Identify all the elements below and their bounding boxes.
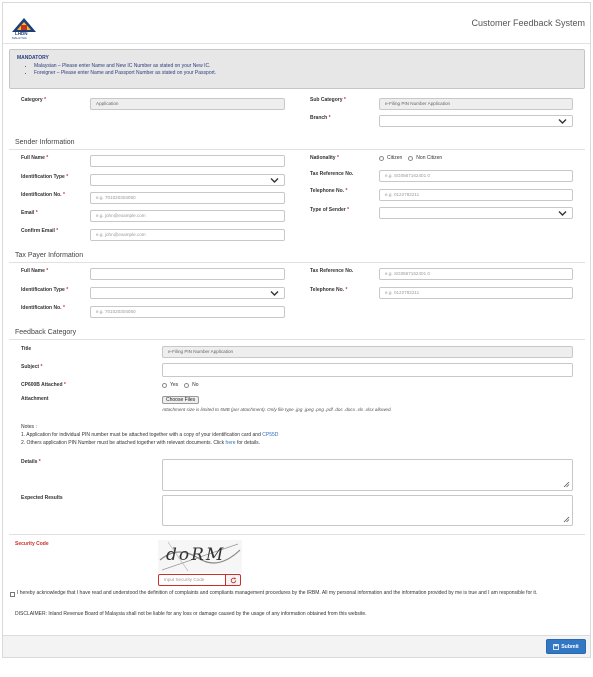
sender-type-select[interactable]	[379, 207, 573, 219]
id-type-select[interactable]	[90, 174, 285, 186]
details-label: Details *	[21, 459, 41, 465]
form-footer	[3, 635, 590, 657]
tp-id-type-select[interactable]	[90, 287, 285, 299]
tp-tax-ref-label: Tax Reference No.	[310, 268, 354, 274]
cp600b-no-label: No	[192, 382, 199, 388]
tax-ref-input[interactable]: e.g. SG0567162401 0	[379, 170, 573, 182]
tp-id-type-label: Identification Type *	[21, 287, 69, 293]
section-divider	[9, 262, 585, 263]
security-code-label: Security Code	[15, 541, 49, 547]
cp600b-yes-label: Yes	[170, 382, 179, 388]
citizen-radio[interactable]	[379, 155, 384, 161]
choose-files-button[interactable]: Choose Files	[162, 396, 200, 404]
cp55d-link[interactable]: CP55D	[262, 432, 278, 438]
sender-section-title: Sender Information	[15, 139, 75, 146]
branch-label: Branch *	[310, 115, 331, 121]
attachment-label: Attachment	[21, 396, 49, 402]
mandatory-item: Malaysian – Please enter Name and New IC…	[34, 63, 216, 70]
category-field: Application	[90, 98, 285, 110]
title-field: e-Filing PIN Number Application	[162, 346, 573, 358]
id-no-label: Identification No. *	[21, 192, 65, 198]
details-here-link[interactable]: here	[226, 440, 236, 446]
cp600b-no-radio[interactable]	[184, 382, 190, 388]
id-type-label: Identification Type *	[21, 174, 69, 180]
chevron-down-icon	[558, 211, 567, 216]
confirm-email-label: Confirm Email *	[21, 228, 59, 234]
telephone-label: Telephone No. *	[310, 188, 348, 194]
tp-tax-ref-input[interactable]: e.g. SG0567162401 0	[379, 268, 573, 280]
submit-button[interactable]: Submit	[546, 639, 586, 654]
resize-handle-icon[interactable]	[563, 516, 570, 523]
tax-ref-label: Tax Reference No.	[310, 171, 354, 177]
header-divider	[3, 43, 590, 44]
cp600b-label: CP600B Attached *	[21, 382, 66, 388]
tp-telephone-input[interactable]: e.g. 0122782211	[379, 287, 573, 299]
sender-type-label: Type of Sender *	[310, 207, 350, 213]
mandatory-title: MANDATORY	[17, 55, 49, 61]
nationality-label: Nationality *	[310, 155, 339, 161]
section-divider	[9, 149, 585, 150]
app-title: Customer Feedback System	[471, 18, 585, 28]
tp-telephone-label: Telephone No. *	[310, 287, 348, 293]
subject-label: Subject *	[21, 364, 43, 370]
citizen-label: Citizen	[387, 155, 403, 161]
mandatory-notice: MANDATORY Malaysian – Please enter Name …	[9, 49, 585, 89]
email-input[interactable]: e.g. john@example.com	[90, 210, 285, 222]
acknowledge-text: I hereby acknowledge that I have read an…	[17, 590, 538, 596]
tp-id-no-input[interactable]: e.g. 701020304050	[90, 306, 285, 318]
telephone-input[interactable]: e.g. 0122782211	[379, 189, 573, 201]
subcategory-field: e-Filing PIN Number Application	[379, 98, 573, 110]
section-divider	[9, 339, 585, 340]
id-no-input[interactable]: e.g. 701020304050	[90, 192, 285, 204]
refresh-icon	[230, 576, 236, 583]
security-code-input[interactable]: Input Security Code	[158, 574, 226, 586]
tp-full-name-input[interactable]	[90, 268, 285, 280]
resize-handle-icon[interactable]	[563, 481, 570, 488]
note-2: 2. Others application PIN Number must be…	[21, 440, 261, 446]
tp-id-no-label: Identification No. *	[21, 305, 65, 311]
save-icon	[553, 643, 560, 650]
mandatory-item: Foreigner – Please enter Name and Passpo…	[34, 70, 216, 77]
section-divider	[9, 534, 585, 535]
non-citizen-radio[interactable]	[408, 155, 414, 161]
category-label: Category *	[21, 97, 47, 103]
tp-full-name-label: Full Name *	[21, 268, 49, 274]
submit-label: Submit	[561, 643, 579, 650]
feedback-section-title: Feedback Category	[15, 329, 77, 336]
cp600b-radio-group: Yes No	[162, 382, 199, 388]
attachment-note: Attachment size is limited to 5MB (per a…	[162, 407, 392, 412]
captcha-image: doRM	[158, 540, 242, 573]
refresh-captcha-button[interactable]	[225, 574, 241, 586]
subject-input[interactable]	[162, 363, 573, 377]
full-name-input[interactable]	[90, 155, 285, 167]
branch-select[interactable]	[379, 115, 573, 127]
note-1: 1. Application for individual PIN number…	[21, 432, 279, 438]
full-name-label: Full Name *	[21, 155, 49, 161]
nationality-radio-group: Citizen Non Citizen	[379, 155, 442, 161]
logo-subtext: MALAYSIA	[12, 36, 27, 40]
mandatory-list: Malaysian – Please enter Name and New IC…	[34, 63, 216, 77]
details-textarea[interactable]	[162, 459, 573, 491]
notes-title: Notes :	[21, 424, 37, 430]
title-label: Title	[21, 346, 32, 352]
chevron-down-icon	[270, 291, 279, 296]
subcategory-label: Sub Category *	[310, 97, 346, 103]
captcha-text: doRM	[166, 545, 226, 565]
disclaimer-text: DISCLAIMER: Inland Revenue Board of Mala…	[15, 611, 367, 617]
confirm-email-input[interactable]: e.g. john@example.com	[90, 229, 285, 241]
expected-results-label: Expected Results	[21, 495, 63, 501]
chevron-down-icon	[270, 178, 279, 183]
non-citizen-label: Non Citizen	[416, 155, 443, 161]
email-label: Email *	[21, 210, 38, 216]
lhdn-logo: LHDN MALAYSIA	[9, 17, 39, 40]
acknowledge-checkbox[interactable]	[10, 592, 15, 597]
expected-results-textarea[interactable]	[162, 495, 573, 526]
cp600b-yes-radio[interactable]	[162, 382, 167, 388]
taxpayer-section-title: Tax Payer Information	[15, 252, 84, 259]
chevron-down-icon	[558, 119, 567, 124]
